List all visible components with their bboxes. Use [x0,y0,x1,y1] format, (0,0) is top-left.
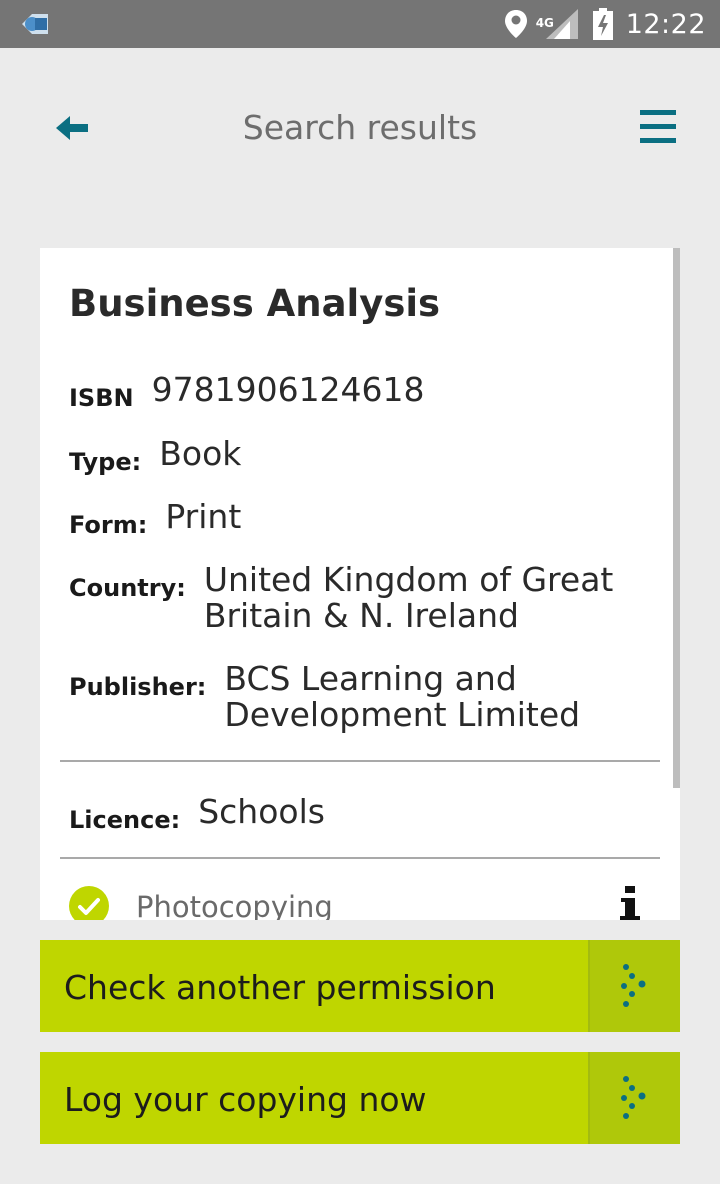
divider [60,760,660,762]
dotted-arrow-icon [621,964,646,1007]
hamburger-menu-icon [640,110,676,115]
button-arrow-section [588,940,680,1032]
form-value: Print [165,497,242,536]
clock: 12:22 [625,8,706,40]
check-icon [69,886,109,920]
type-value: Book [159,434,242,473]
location-icon [504,10,527,38]
isbn-label: ISBN [69,384,134,412]
country-line-1: United Kingdom of Great [203,560,614,599]
country-row: Country: United Kingdom of Great Britain… [69,562,613,634]
isbn-row: ISBN 9781906124618 [69,370,425,413]
log-copying-button[interactable]: Log your copying now [40,1052,680,1144]
publisher-label: Publisher: [69,673,207,701]
publisher-line-2: Development Limited [224,695,581,734]
check-another-permission-button[interactable]: Check another permission [40,940,680,1032]
scrollbar[interactable] [673,248,680,788]
publisher-line-1: BCS Learning and [224,659,517,698]
button-arrow-section [588,1052,680,1144]
permission-label: Photocopying [136,890,333,920]
app-header: Search results [0,48,720,208]
licence-label: Licence: [69,806,181,834]
country-value: United Kingdom of Great Britain & N. Ire… [204,562,614,634]
divider [60,857,660,859]
licence-row: Licence: Schools [69,792,325,835]
battery-charging-icon [592,8,613,40]
licence-value: Schools [198,792,325,831]
check-another-permission-label: Check another permission [64,968,496,1007]
type-row: Type: Book [69,434,242,477]
isbn-value: 9781906124618 [151,370,425,409]
info-icon[interactable] [616,884,644,920]
country-line-2: Britain & N. Ireland [203,596,519,635]
country-label: Country: [69,574,186,602]
book-title: Business Analysis [69,282,441,325]
publisher-value: BCS Learning and Development Limited [224,661,580,733]
result-card[interactable]: Business Analysis ISBN 9781906124618 Typ… [40,248,680,920]
form-row: Form: Print [69,497,242,540]
type-label: Type: [69,448,142,476]
publisher-row: Publisher: BCS Learning and Development … [69,661,580,733]
page-title: Search results [242,108,478,147]
dotted-arrow-icon [621,1076,646,1119]
form-label: Form: [69,511,148,539]
signal-icon: 4G [536,7,580,41]
menu-button[interactable] [640,110,680,148]
app-notification-icon [22,14,48,34]
status-bar: 4G 12:22 [0,0,720,48]
log-copying-label: Log your copying now [64,1080,427,1119]
